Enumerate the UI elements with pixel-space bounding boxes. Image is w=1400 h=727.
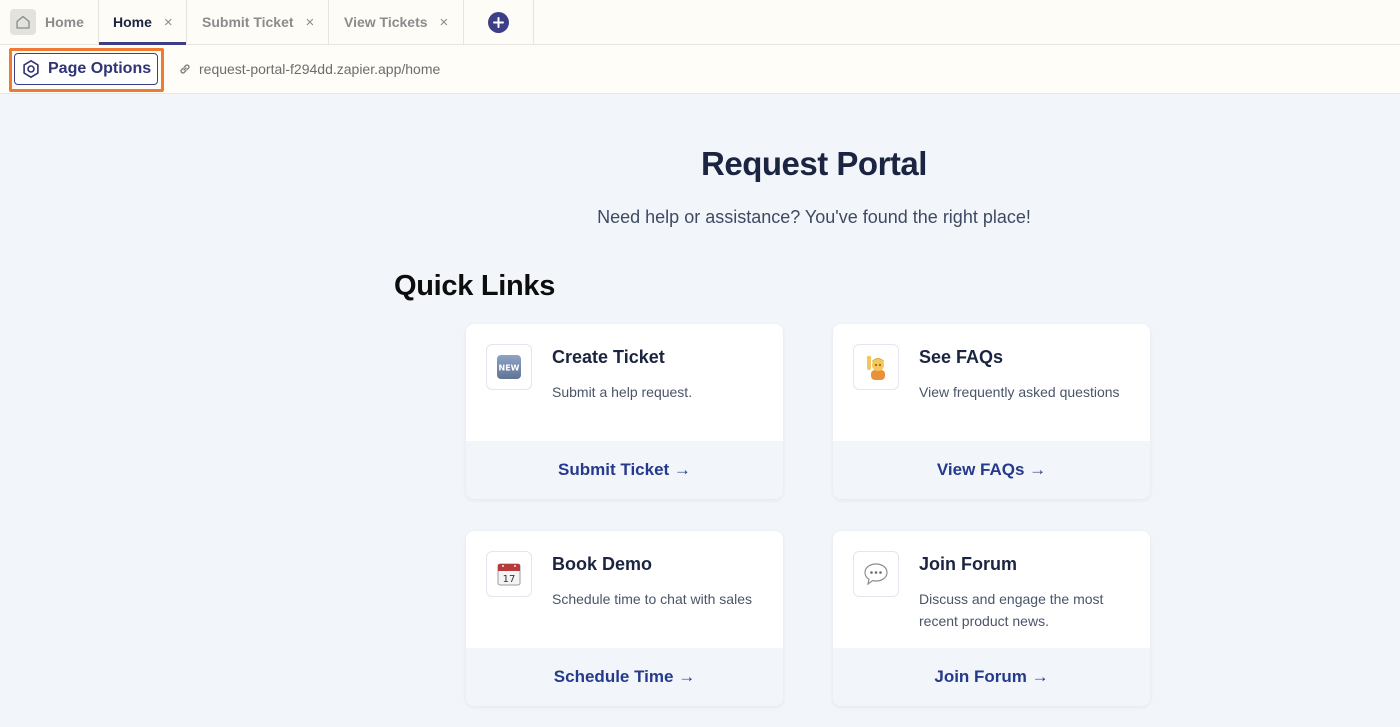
page-options-button[interactable]: Page Options (14, 53, 158, 85)
tab-label: View Tickets (344, 14, 428, 30)
close-icon[interactable]: × (306, 14, 315, 31)
calendar-day: 17 (503, 574, 516, 585)
card-book-demo: 17 Book Demo Schedule time to chat with … (466, 531, 783, 706)
card-description: Schedule time to chat with sales (552, 591, 752, 607)
tab-label: Home (113, 14, 152, 30)
tab-label: Submit Ticket (202, 14, 294, 30)
speech-bubble-icon (853, 551, 899, 597)
link-icon (180, 64, 190, 74)
new-badge-text: NEW (499, 364, 520, 373)
add-tab-button[interactable] (464, 0, 534, 44)
view-faqs-link[interactable]: View FAQs → (833, 441, 1150, 499)
url-text: request-portal-f294dd.zapier.app/home (199, 61, 441, 77)
tab-bar: Home Home × Submit Ticket × View Tickets… (0, 0, 1400, 45)
card-title: Book Demo (552, 554, 653, 574)
join-forum-link[interactable]: Join Forum → (833, 648, 1150, 706)
gear-icon (23, 60, 39, 78)
submit-ticket-link[interactable]: Submit Ticket → (466, 441, 783, 499)
card-description: View frequently asked questions (919, 384, 1120, 400)
quick-links-heading: Quick Links (394, 270, 556, 302)
person-raising-hand-icon (853, 344, 899, 390)
tab-home-pinned[interactable]: Home (0, 0, 99, 44)
tab-view-tickets[interactable]: View Tickets × (329, 0, 464, 44)
tab-label: Home (45, 14, 84, 30)
card-create-ticket: NEW Create Ticket Submit a help request.… (466, 324, 783, 499)
calendar-icon: 17 (486, 551, 532, 597)
page-title: Request Portal (701, 145, 927, 182)
plus-icon (488, 11, 509, 33)
tab-home[interactable]: Home × (99, 0, 187, 45)
card-join-forum: Join Forum Discuss and engage the most r… (833, 531, 1150, 706)
schedule-time-link[interactable]: Schedule Time → (466, 648, 783, 706)
card-title: Join Forum (919, 554, 1017, 574)
new-badge-icon: NEW (486, 344, 532, 390)
card-description: Submit a help request. (552, 384, 693, 400)
address-bar: Page Options request-portal-f294dd.zapie… (0, 45, 1400, 94)
page-subtitle: Need help or assistance? You've found th… (597, 207, 1031, 227)
url-display[interactable]: request-portal-f294dd.zapier.app/home (178, 59, 440, 79)
close-icon[interactable]: × (164, 14, 173, 31)
home-icon (10, 9, 36, 35)
close-icon[interactable]: × (440, 14, 449, 31)
card-description: Discuss and engage the most recent produ… (919, 591, 1104, 629)
card-see-faqs: See FAQs View frequently asked questions… (833, 324, 1150, 499)
card-title: See FAQs (919, 347, 1004, 367)
page-options-label: Page Options (48, 60, 152, 77)
card-title: Create Ticket (552, 347, 665, 367)
tab-submit-ticket[interactable]: Submit Ticket × (187, 0, 329, 44)
